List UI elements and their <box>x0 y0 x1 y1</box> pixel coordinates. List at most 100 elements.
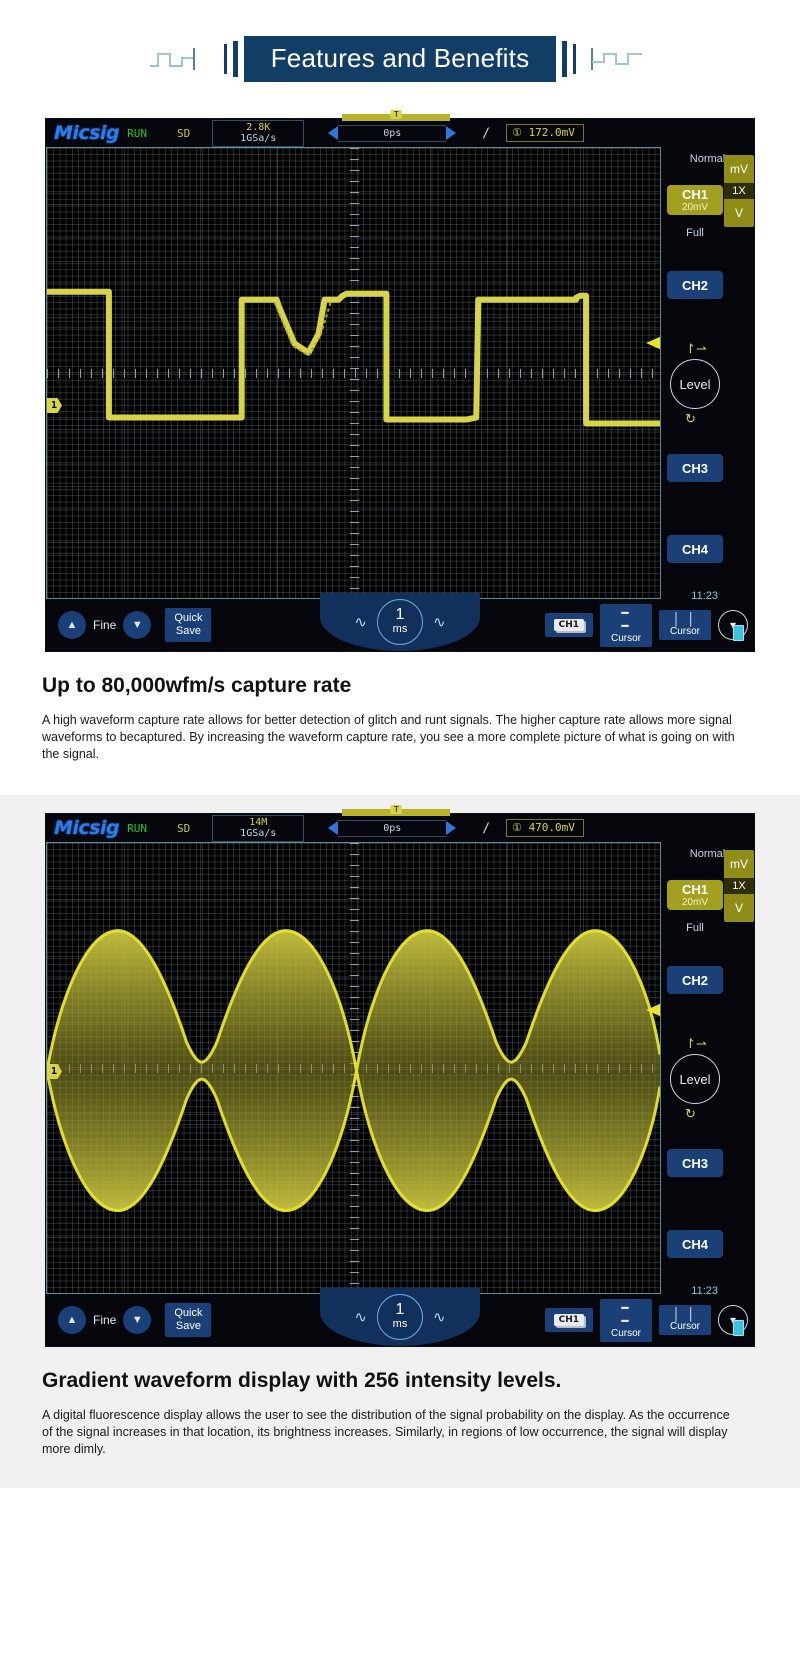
unit-mv-button-2[interactable]: mV <box>724 850 754 878</box>
vertical-unit-column-2[interactable]: mV 1X V <box>724 850 754 922</box>
waveform-deco-left-icon <box>149 48 195 70</box>
horizontal-cursor-label-2: Cursor <box>610 1327 641 1339</box>
ch1-scale-1: 20mV <box>681 202 709 213</box>
vertical-cursor-icon-2: │ │ <box>672 1307 698 1321</box>
quick-save-button-2[interactable]: Quick Save <box>165 1303 212 1337</box>
waveform-grid-1[interactable]: 1 <box>46 147 661 599</box>
trigger-pos-right-icon[interactable] <box>446 126 457 140</box>
banner-bar-3 <box>562 41 568 77</box>
memory-info-1: 2.8K 1GSa/s <box>212 119 305 147</box>
vertical-cursor-icon-1: │ │ <box>672 612 698 626</box>
timebase-control-2[interactable]: ∿ 1 ms ∿ <box>320 1288 480 1346</box>
fine-decrease-button-2[interactable]: ▼ <box>123 1306 152 1334</box>
trigger-source-2: ① <box>512 821 522 834</box>
ch1-label-2: CH1 <box>681 882 708 897</box>
probe-ratio-button-1[interactable]: 1X <box>724 183 754 199</box>
micsig-logo: Micsig <box>54 122 120 144</box>
scope-display-area-1: 1 Normal CH1 20mV Full mV 1X V CH2 ↾⇀ Le… <box>46 147 754 599</box>
banner-bar-2 <box>232 41 238 77</box>
quick-save-line1-2: Quick <box>174 1307 203 1319</box>
unit-v-button-2[interactable]: V <box>724 894 754 922</box>
trigger-level-knob-1[interactable]: Level <box>670 359 720 409</box>
level-up-chevron-icon-1[interactable]: ↾⇀ <box>685 342 707 355</box>
banner-bar-4 <box>573 44 577 74</box>
level-down-chevron-icon-1[interactable]: ↻ <box>685 412 696 425</box>
battery-icon-1 <box>733 624 744 641</box>
horizontal-cursor-button-2[interactable]: ━ ━ Cursor <box>600 1298 652 1342</box>
system-clock-2: 11:23 <box>691 1284 718 1297</box>
trigger-position-control-2[interactable]: 0ps T <box>328 804 457 837</box>
trigger-pos-left-icon-2[interactable] <box>328 821 339 835</box>
level-up-chevron-icon-2[interactable]: ↾⇀ <box>685 1037 707 1050</box>
trigger-position-bar-1: T <box>342 109 451 121</box>
trigger-pos-left-icon[interactable] <box>328 126 339 140</box>
feature-section-1: Micsig RUN SD 2.8K 1GSa/s 0ps T ∕ ① 172.… <box>0 109 800 763</box>
timebase-unit-1: ms <box>392 623 408 635</box>
ch3-button-2[interactable]: CH3 <box>667 1149 723 1177</box>
scope-status-bar-2: Micsig RUN SD 14M 1GSa/s 0ps T ∕ ① 470.0… <box>46 804 754 842</box>
probe-ratio-button-2[interactable]: 1X <box>724 878 754 894</box>
battery-icon-2 <box>733 1319 744 1336</box>
trigger-pos-right-icon-2[interactable] <box>446 821 457 835</box>
ch3-button-1[interactable]: CH3 <box>667 454 723 482</box>
trigger-level-value-1: 172.0mV <box>528 126 575 139</box>
toolbar-right-group-1: CH1 ━━ Cursor │ │ Cursor ▾ 11:23 <box>544 590 748 647</box>
timebase-decrease-icon-2[interactable]: ∿ <box>354 1308 367 1326</box>
scope-right-rail-1: Normal CH1 20mV Full mV 1X V CH2 ↾⇀ Leve… <box>661 147 754 599</box>
channel-select-button-1[interactable]: CH1 <box>544 613 593 637</box>
scope-toolbar-2: ▲ Fine ▼ Quick Save ∿ 1 ms ∿ CH1 ━ ━ Cur… <box>46 1285 754 1346</box>
timebase-increase-icon-1[interactable]: ∿ <box>433 613 446 631</box>
timebase-decrease-icon-1[interactable]: ∿ <box>354 613 367 631</box>
ch4-button-2[interactable]: CH4 <box>667 1230 723 1258</box>
timebase-value-display-2[interactable]: 1 ms <box>377 1294 423 1340</box>
sample-rate-2: 1GSa/s <box>240 827 277 839</box>
trigger-level-knob-2[interactable]: Level <box>670 1054 720 1104</box>
fine-increase-button-2[interactable]: ▲ <box>58 1306 86 1334</box>
toolbar-right-group-2: CH1 ━━ Cursor │ │ Cursor ▾ 11:23 <box>544 1285 748 1342</box>
timebase-value-display-1[interactable]: 1 ms <box>377 599 423 645</box>
vertical-cursor-label-2: Cursor <box>669 1321 700 1332</box>
feature-section-2: Micsig RUN SD 14M 1GSa/s 0ps T ∕ ① 470.0… <box>0 795 800 1488</box>
quick-save-button-1[interactable]: Quick Save <box>165 608 212 642</box>
waveform-deco-right-icon <box>591 48 643 70</box>
trigger-position-control-1[interactable]: 0ps T <box>328 109 457 142</box>
timebase-number-2: 1 <box>395 1301 405 1318</box>
trigger-flag-2: T <box>390 804 402 814</box>
sample-rate-1: 1GSa/s <box>240 132 277 144</box>
channel-select-button-2[interactable]: CH1 <box>544 1308 593 1332</box>
page-title: Features and Benefits <box>243 36 557 82</box>
timebase-control-1[interactable]: ∿ 1 ms ∿ <box>320 593 480 651</box>
fine-increase-button-1[interactable]: ▲ <box>58 611 86 639</box>
trigger-flag-1: T <box>390 109 402 119</box>
timebase-increase-icon-2[interactable]: ∿ <box>433 1308 446 1326</box>
ch1-label-1: CH1 <box>681 187 708 202</box>
waveform-grid-2[interactable]: 1 <box>46 842 661 1294</box>
vertical-cursor-button-2[interactable]: │ │ Cursor <box>659 1305 711 1335</box>
quick-save-line2-2: Save <box>175 1320 201 1332</box>
ch1-button-2[interactable]: CH1 20mV <box>667 880 723 910</box>
trigger-position-value-1: 0ps <box>338 124 447 142</box>
unit-v-button-1[interactable]: V <box>724 199 754 227</box>
run-status-2: RUN <box>127 821 147 835</box>
ch2-button-1[interactable]: CH2 <box>667 271 723 299</box>
vertical-unit-column-1[interactable]: mV 1X V <box>724 155 754 227</box>
trigger-position-bar-2: T <box>342 804 451 816</box>
system-clock-1: 11:23 <box>691 589 718 602</box>
waveform-trace-1 <box>47 288 660 427</box>
horizontal-cursor-label-1: Cursor <box>610 632 641 644</box>
ch1-button-1[interactable]: CH1 20mV <box>667 185 723 215</box>
unit-mv-button-1[interactable]: mV <box>724 155 754 183</box>
feature-heading-1: Up to 80,000wfm/s capture rate <box>42 674 352 697</box>
fine-decrease-button-1[interactable]: ▼ <box>123 611 152 639</box>
memory-info-2: 14M 1GSa/s <box>212 814 305 842</box>
horizontal-cursor-button-1[interactable]: ━ ━ Cursor <box>600 603 652 647</box>
ch4-button-1[interactable]: CH4 <box>667 535 723 563</box>
storage-indicator-1: SD <box>176 126 191 140</box>
ch1-bandwidth-2: Full <box>686 922 704 934</box>
level-down-chevron-icon-2[interactable]: ↻ <box>685 1107 696 1120</box>
ch2-button-2[interactable]: CH2 <box>667 966 723 994</box>
page-banner: Features and Benefits <box>0 0 800 118</box>
vertical-cursor-button-1[interactable]: │ │ Cursor <box>659 610 711 640</box>
memory-depth-2: 14M <box>249 816 268 828</box>
vertical-cursor-label-1: Cursor <box>669 626 700 637</box>
